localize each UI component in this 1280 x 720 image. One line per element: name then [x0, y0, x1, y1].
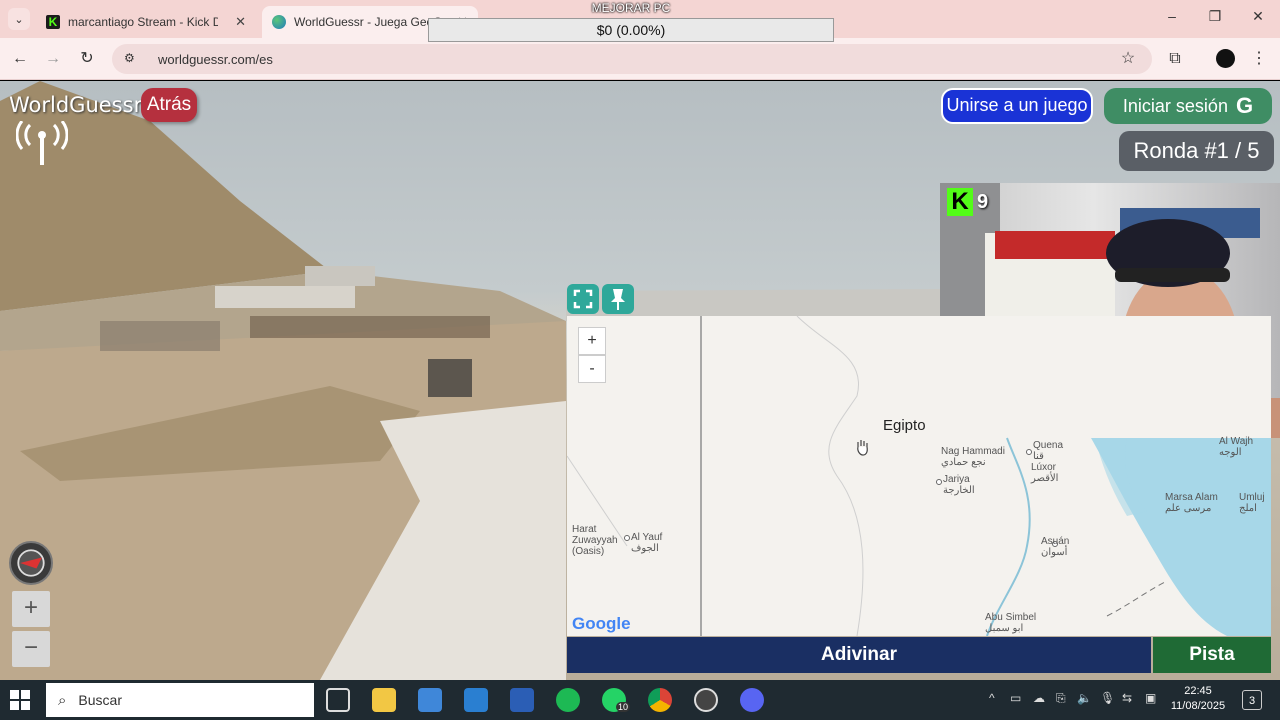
- pin-icon: [611, 289, 625, 310]
- broadcast-signal-icon: [16, 121, 68, 165]
- overlay-goal-amount: $0 (0.00%): [428, 18, 834, 42]
- place-label: Nag Hammadi نجع حمادي: [941, 446, 1005, 468]
- windows-start-icon[interactable]: [10, 690, 30, 710]
- viewer-count: 9: [977, 190, 989, 213]
- ms-store-icon[interactable]: [418, 688, 442, 712]
- tray-chevron-icon[interactable]: ^: [989, 691, 995, 705]
- taskbar-clock[interactable]: 22:45 11/08/2025: [1168, 684, 1228, 714]
- restore-icon[interactable]: ❐: [1203, 8, 1227, 25]
- whatsapp-icon[interactable]: 10: [602, 688, 631, 712]
- guess-map[interactable]: Quena قنا Nag Hammadi نجع حمادي Lúxor الأقص…: [567, 316, 1271, 636]
- round-indicator: Ronda #1 / 5: [1119, 131, 1274, 171]
- windows-taskbar: ⌕ Buscar 10 ^ ▭ ☁ ⎘ 🔈 🎙 ⇆ ▣ 22:45 11/08/…: [0, 680, 1280, 720]
- place-label: Jariya الخارجة: [943, 474, 975, 496]
- extensions-icon[interactable]: ⧉: [1164, 48, 1186, 70]
- window-close-icon[interactable]: ✕: [1246, 8, 1270, 25]
- whatsapp-badge: 10: [616, 702, 631, 712]
- site-info-icon[interactable]: ⚙: [124, 51, 140, 67]
- place-label: Harat Zuwayyah (Oasis): [572, 524, 618, 557]
- hint-button[interactable]: Pista: [1153, 637, 1271, 673]
- globe-favicon-icon: [272, 15, 286, 29]
- overlay-goal-title: MEJORAR PC: [591, 1, 671, 15]
- menu-dots-icon[interactable]: ⋮: [1248, 48, 1270, 70]
- tab-close-icon[interactable]: ✕: [235, 14, 246, 30]
- spotify-icon[interactable]: [556, 688, 580, 712]
- tab-kick-stream[interactable]: K marcantiago Stream - Kick Dash ✕: [36, 6, 256, 38]
- sign-in-label: Iniciar sesión: [1122, 95, 1228, 116]
- word-icon[interactable]: [510, 688, 534, 712]
- tray-usb-icon[interactable]: ⎘: [1056, 691, 1066, 706]
- tray-mic-icon[interactable]: 🎙: [1100, 691, 1115, 705]
- clock-time: 22:45: [1184, 685, 1212, 697]
- join-game-button[interactable]: Unirse a un juego: [941, 88, 1093, 124]
- map-zoom-out-button[interactable]: -: [578, 355, 606, 383]
- tab-title: WorldGuessr - Juega GeoGuessr: [294, 15, 444, 29]
- country-label: Egipto: [883, 417, 926, 434]
- back-button[interactable]: Atrás: [141, 88, 197, 122]
- place-label: Marsa Alam مرسى علم: [1165, 492, 1218, 514]
- kick-favicon-icon: K: [46, 15, 60, 29]
- chrome-icon[interactable]: [648, 688, 672, 712]
- place-label: Lúxor الأقصر: [1031, 462, 1059, 484]
- place-label: Abu Simbel ابو سمبل: [985, 612, 1037, 634]
- map-fullscreen-button[interactable]: [567, 284, 599, 314]
- forward-arrow-icon[interactable]: →: [42, 48, 64, 70]
- search-placeholder: Buscar: [78, 692, 122, 708]
- reload-icon[interactable]: ↻: [76, 48, 98, 70]
- kick-viewer-badge: K 9: [947, 188, 988, 216]
- google-icon: G: [1235, 93, 1254, 118]
- tray-app-icon[interactable]: ▭: [1010, 691, 1021, 705]
- search-icon: ⌕: [58, 691, 67, 709]
- building: [305, 266, 375, 286]
- place-label: Quena قنا: [1033, 440, 1064, 462]
- task-view-icon[interactable]: [326, 688, 350, 712]
- map-canvas: [567, 316, 1271, 636]
- expand-icon: [573, 289, 593, 309]
- kick-logo-icon: K: [947, 188, 973, 216]
- place-label: Umluj املج: [1239, 492, 1265, 514]
- street-zoom-out-button[interactable]: −: [12, 631, 50, 667]
- map-zoom-in-button[interactable]: +: [578, 327, 606, 355]
- horses-and-riders: [250, 316, 490, 338]
- place-label: Asuán أسوان: [1041, 536, 1070, 558]
- clock-date: 11/08/2025: [1170, 700, 1226, 712]
- tab-title: marcantiago Stream - Kick Dash: [68, 15, 218, 29]
- bookmark-star-icon[interactable]: ☆: [1117, 48, 1139, 70]
- notification-center-icon[interactable]: 3: [1242, 690, 1262, 710]
- worldguessr-logo[interactable]: WorldGuessr: [9, 93, 142, 117]
- place-label: Al Wajh الوجه: [1219, 436, 1254, 458]
- building: [215, 286, 355, 308]
- place-label: Al Yauf الجوف: [631, 532, 663, 554]
- browser-toolbar: ← → ↻ ⚙ worldguessr.com/es ☆ ⧉ ⋮: [0, 38, 1280, 80]
- google-logo: Google: [572, 614, 631, 634]
- back-arrow-icon[interactable]: ←: [9, 48, 31, 70]
- address-bar[interactable]: ⚙ worldguessr.com/es: [112, 44, 1152, 74]
- tray-volume-icon[interactable]: 🔈: [1077, 691, 1092, 705]
- obs-icon[interactable]: [694, 688, 718, 712]
- compass-icon[interactable]: [9, 541, 53, 585]
- tray-power-icon[interactable]: ▣: [1145, 691, 1156, 705]
- map-pin-button[interactable]: [602, 284, 634, 314]
- tray-network-icon[interactable]: ⇆: [1122, 691, 1132, 705]
- tab-search-button[interactable]: ⌄: [8, 8, 30, 30]
- hand-cursor-icon: [857, 440, 868, 456]
- minimize-icon[interactable]: –: [1160, 8, 1184, 24]
- mail-icon[interactable]: [464, 688, 488, 712]
- guess-button[interactable]: Adivinar: [567, 637, 1151, 673]
- discord-icon[interactable]: [740, 688, 764, 712]
- taskbar-search[interactable]: ⌕ Buscar: [46, 683, 314, 717]
- url-text: worldguessr.com/es: [158, 51, 273, 67]
- file-explorer-icon[interactable]: [372, 688, 396, 712]
- pedestrians: [428, 359, 472, 397]
- sign-in-button[interactable]: Iniciar sesión G: [1104, 88, 1272, 124]
- google-logo-text: Google: [572, 614, 631, 633]
- profile-avatar[interactable]: [1216, 49, 1235, 68]
- tray-cloud-icon[interactable]: ☁: [1033, 691, 1045, 705]
- parked-cars: [100, 321, 220, 351]
- street-zoom-in-button[interactable]: +: [12, 591, 50, 627]
